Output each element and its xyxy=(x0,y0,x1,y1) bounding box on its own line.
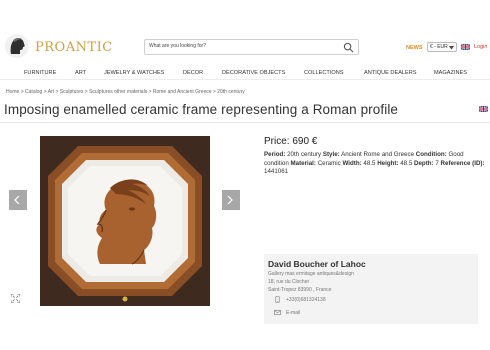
product-image[interactable] xyxy=(40,136,210,306)
nav-art[interactable]: ART xyxy=(75,70,86,76)
expand-icon[interactable] xyxy=(11,294,20,303)
email-icon xyxy=(274,309,281,316)
nav-decorative-objects[interactable]: DECORATIVE OBJECTS xyxy=(222,70,285,76)
nav-decor[interactable]: DECOR xyxy=(183,70,203,76)
nav-jewelry-watches[interactable]: JEWELRY & WATCHES xyxy=(104,70,164,76)
reference-label: Reference (ID): xyxy=(440,159,485,167)
material-value: Ceramic xyxy=(317,159,341,167)
dealer-gallery: Gallery mas ermitage antiques&design xyxy=(268,271,354,277)
nav-furniture[interactable]: FURNITURE xyxy=(24,70,56,76)
product-details: Period: 20th century Style: Ancient Rome… xyxy=(264,151,486,177)
news-link[interactable]: NEWS xyxy=(406,45,423,51)
chevron-left-icon xyxy=(14,196,20,204)
width-value: 48.5 xyxy=(363,159,376,167)
chevron-right-icon xyxy=(227,196,233,204)
next-image-button[interactable] xyxy=(222,190,240,210)
condition-label: Condition: xyxy=(415,151,447,158)
dealer-street: 18, rue du Clocher xyxy=(268,279,310,285)
phone-icon xyxy=(275,296,280,303)
material-label: Material: xyxy=(290,159,316,167)
uk-flag-icon[interactable] xyxy=(461,44,470,50)
price: Price: 690 € xyxy=(264,136,318,147)
period-label: Period: xyxy=(264,151,286,158)
currency-select[interactable]: € - EUR xyxy=(427,42,457,52)
title-divider xyxy=(0,122,490,123)
nav-collections[interactable]: COLLECTIONS xyxy=(304,70,343,76)
period-value: 20th century xyxy=(287,151,322,158)
search-icon[interactable] xyxy=(343,42,354,53)
width-label: Width: xyxy=(342,159,362,167)
brand-name[interactable]: PROANTIC xyxy=(35,40,113,55)
currency-value: € - EUR xyxy=(430,44,448,50)
reference-value: 1441061 xyxy=(264,168,289,176)
breadcrumb[interactable]: Home > Catalog > Art > Sculptures > Scul… xyxy=(6,89,245,95)
nav-magazines[interactable]: MAGAZINES xyxy=(434,70,467,76)
product-title: Imposing enamelled ceramic frame represe… xyxy=(4,102,399,117)
height-label: Height: xyxy=(377,159,399,167)
main-nav: FURNITURE ART JEWELRY & WATCHES DECOR DE… xyxy=(0,66,490,80)
style-label: Style: xyxy=(322,151,340,158)
uk-flag-icon[interactable] xyxy=(479,106,488,112)
ceramic-frame-picture xyxy=(40,136,210,306)
chevron-down-icon xyxy=(449,46,454,50)
previous-image-button[interactable] xyxy=(9,190,27,210)
search-input[interactable]: What are you looking for? xyxy=(149,43,206,49)
dealer-name[interactable]: David Boucher of Lahoc xyxy=(268,259,366,269)
nav-antique-dealers[interactable]: ANTIQUE DEALERS xyxy=(364,70,417,76)
depth-value: 7 xyxy=(435,159,439,167)
dealer-card: David Boucher of Lahoc Gallery mas ermit… xyxy=(264,254,478,324)
dealer-city: Saint-Tropez 83990 , France xyxy=(268,287,332,293)
depth-label: Depth: xyxy=(414,159,434,167)
dealer-email[interactable]: E-mail xyxy=(286,310,300,316)
height-value: 48.5 xyxy=(400,159,413,167)
login-link[interactable]: Login xyxy=(474,44,487,50)
logo-bust-icon[interactable] xyxy=(4,33,30,59)
search-bar[interactable]: What are you looking for? xyxy=(144,39,359,55)
dealer-phone[interactable]: +33(0)681324138 xyxy=(286,297,326,303)
style-value: Ancient Rome and Greece xyxy=(341,151,415,158)
